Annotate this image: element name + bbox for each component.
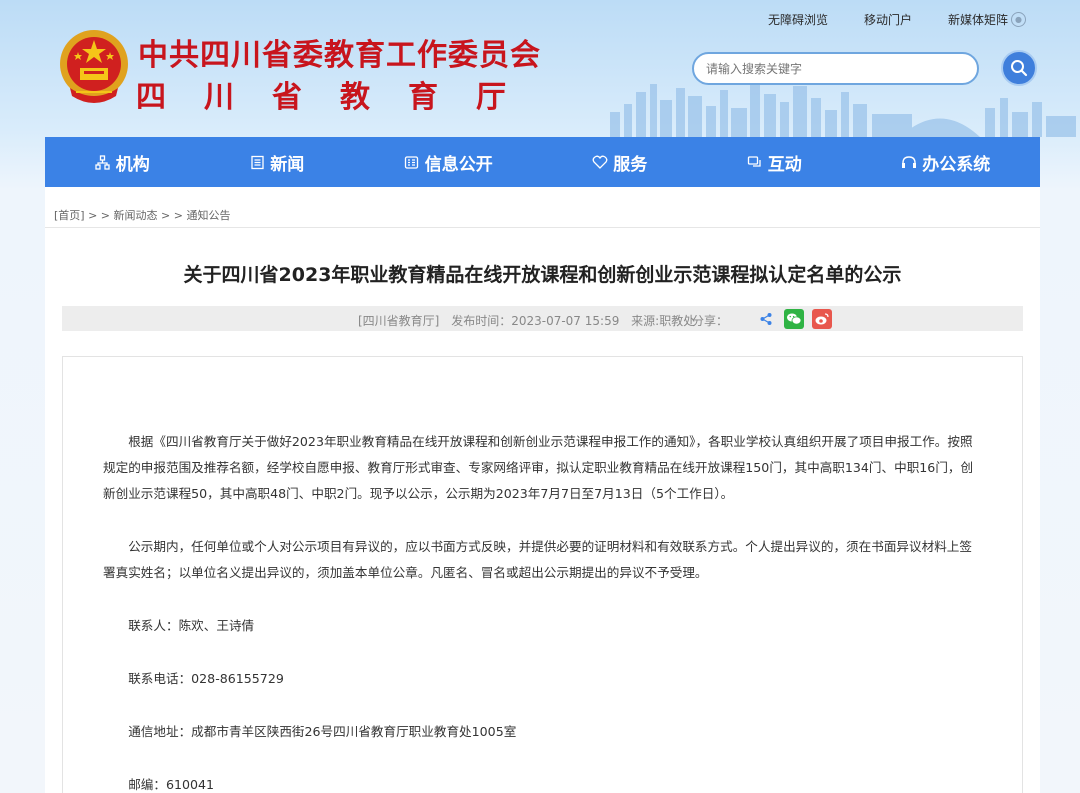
dept-char: 育 — [408, 80, 438, 115]
dept-char: 四 — [136, 80, 166, 115]
publish-time: 发布时间：2023-07-07 15:59 — [451, 314, 620, 328]
breadcrumb-notice[interactable]: 通知公告 — [186, 209, 230, 222]
dept-char: 厅 — [476, 80, 506, 115]
news-icon — [249, 154, 265, 170]
nav-item-news[interactable]: 新闻 — [249, 150, 304, 175]
breadcrumb: [首页] > > 新闻动态 > > 通知公告 — [54, 207, 230, 223]
new-media-link[interactable]: 新媒体矩阵 ● — [948, 11, 1026, 28]
postcode: 邮编：610041 — [128, 777, 215, 792]
nav-label: 服务 — [613, 154, 648, 175]
breadcrumb-divider — [45, 227, 1040, 228]
article-meta-bar: [四川省教育厅] 发布时间：2023-07-07 15:59 来源:职教处 分享… — [62, 306, 1023, 331]
share-label: 分享： — [692, 314, 729, 328]
breadcrumb-news[interactable]: 新闻动态 — [114, 209, 158, 222]
wechat-icon[interactable] — [784, 309, 804, 329]
site-header: 中共四川省委教育工作委员会 四 川 省 教 育 厅 无障碍浏览 移动门户 新媒体矩阵 ● — [0, 0, 1080, 137]
dept-name: 四川省教育厅 — [136, 72, 544, 116]
article-box: 根据《四川省教育厅关于做好2023年职业教育精品在线开放课程和创新创业示范课程申… — [62, 356, 1023, 793]
top-links: 无障碍浏览 移动门户 新媒体矩阵 ● — [768, 11, 1026, 28]
contact-address: 通信地址：成都市青羊区陕西街26号四川省教育厅职业教育处1005室 — [128, 724, 517, 739]
dept-char: 川 — [204, 80, 234, 115]
contact-phone: 联系电话：028-86155729 — [128, 671, 284, 686]
content-panel: [首页] > > 新闻动态 > > 通知公告 关于四川省2023年职业教育精品在… — [45, 187, 1040, 793]
new-media-label: 新媒体矩阵 — [947, 13, 1008, 27]
location-pin-icon: ● — [1011, 12, 1026, 27]
dept-char: 省 — [272, 80, 302, 115]
nav-item-info[interactable]: 信息公开 — [404, 150, 493, 175]
weibo-icon[interactable] — [812, 309, 832, 329]
nav-label: 信息公开 — [424, 154, 493, 175]
nav-item-interact[interactable]: 互动 — [747, 150, 802, 175]
info-icon — [404, 154, 420, 170]
office-icon — [901, 154, 917, 170]
city-skyline-decoration — [610, 80, 1076, 137]
share-icon[interactable] — [756, 309, 776, 329]
org-name: 中共四川省委教育工作委员会 — [138, 38, 541, 73]
article-title: 关于四川省2023年职业教育精品在线开放课程和创新创业示范课程拟认定名单的公示 — [183, 264, 902, 286]
search-icon — [1011, 60, 1028, 77]
accessibility-link[interactable]: 无障碍浏览 — [768, 11, 828, 28]
national-emblem-icon — [60, 30, 128, 103]
breadcrumb-separator: > > — [161, 209, 183, 222]
source-tag: [四川省教育厅] — [358, 314, 440, 328]
contact-person: 联系人：陈欢、王诗倩 — [128, 618, 255, 633]
search-input[interactable] — [692, 52, 979, 85]
breadcrumb-separator: > > — [88, 209, 111, 222]
dept-char: 教 — [340, 80, 370, 115]
article-origin: 来源:职教处 — [631, 314, 696, 328]
nav-item-org[interactable]: 机构 — [95, 150, 150, 175]
article-body: 根据《四川省教育厅关于做好2023年职业教育精品在线开放课程和创新创业示范课程申… — [103, 429, 983, 793]
nav-label: 新闻 — [270, 154, 305, 175]
nav-item-office[interactable]: 办公系统 — [901, 150, 990, 175]
search-button[interactable] — [1001, 50, 1037, 86]
org-icon — [95, 154, 111, 170]
service-icon — [592, 154, 608, 170]
article-paragraph: 公示期内，任何单位或个人对公示项目有异议的，应以书面方式反映，并提供必要的证明材… — [103, 539, 972, 580]
nav-label: 机构 — [115, 154, 150, 175]
article-meta: [四川省教育厅] 发布时间：2023-07-07 15:59 来源:职教处 — [358, 312, 703, 329]
mobile-portal-link[interactable]: 移动门户 — [864, 11, 912, 28]
nav-label: 互动 — [767, 154, 802, 175]
nav-label: 办公系统 — [922, 154, 991, 175]
main-nav: 机构 新闻 信息公开 服务 互动 办公系统 — [45, 137, 1040, 187]
article-paragraph: 根据《四川省教育厅关于做好2023年职业教育精品在线开放课程和创新创业示范课程申… — [103, 434, 974, 501]
interact-icon — [747, 154, 763, 170]
nav-item-service[interactable]: 服务 — [592, 150, 647, 175]
breadcrumb-home[interactable]: [首页] — [54, 209, 85, 222]
